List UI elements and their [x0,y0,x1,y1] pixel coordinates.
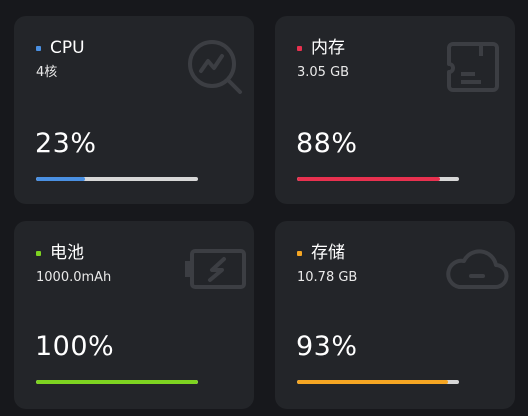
battery-card[interactable]: 电池 1000.0mAh 100% [14,221,254,409]
storage-accent-dot [297,250,302,256]
cloud-storage-icon [443,243,509,293]
memory-used: 3.05 GB [297,65,350,80]
battery-level-bar [36,380,198,384]
cpu-card[interactable]: CPU 4核 23% [14,16,254,204]
cpu-usage-bar-fill [36,177,85,181]
memory-usage-bar [297,177,459,181]
storage-card[interactable]: 存储 10.78 GB 93% [275,221,515,409]
memory-title: 内存 [311,38,345,58]
cpu-title: CPU [50,38,85,58]
memory-usage-bar-fill [297,177,440,181]
device-status-dashboard: CPU 4核 23% 内存 3.05 GB 88% 电池 1000.0mAh 1… [0,0,528,416]
battery-charging-icon [182,247,248,291]
battery-level-percent: 100% [35,331,115,362]
battery-card-header: 电池 [36,243,84,263]
memory-usage-percent: 88% [296,128,358,159]
storage-usage-bar-fill [297,380,448,384]
memory-card-header: 内存 [297,38,345,58]
battery-capacity: 1000.0mAh [36,270,112,285]
cpu-card-header: CPU [36,38,85,58]
cpu-usage-percent: 23% [35,128,97,159]
battery-title: 电池 [50,243,84,263]
memory-accent-dot [297,45,302,51]
cpu-core-count: 4核 [36,65,58,80]
chart-search-icon [186,38,244,96]
storage-usage-bar [297,380,459,384]
battery-level-bar-fill [36,380,198,384]
memory-card-icon [445,42,501,92]
storage-title: 存储 [311,243,345,263]
battery-accent-dot [36,250,41,256]
cpu-usage-bar [36,177,198,181]
storage-usage-percent: 93% [296,331,358,362]
memory-card[interactable]: 内存 3.05 GB 88% [275,16,515,204]
cpu-accent-dot [36,45,41,51]
storage-used: 10.78 GB [297,270,358,285]
storage-card-header: 存储 [297,243,345,263]
